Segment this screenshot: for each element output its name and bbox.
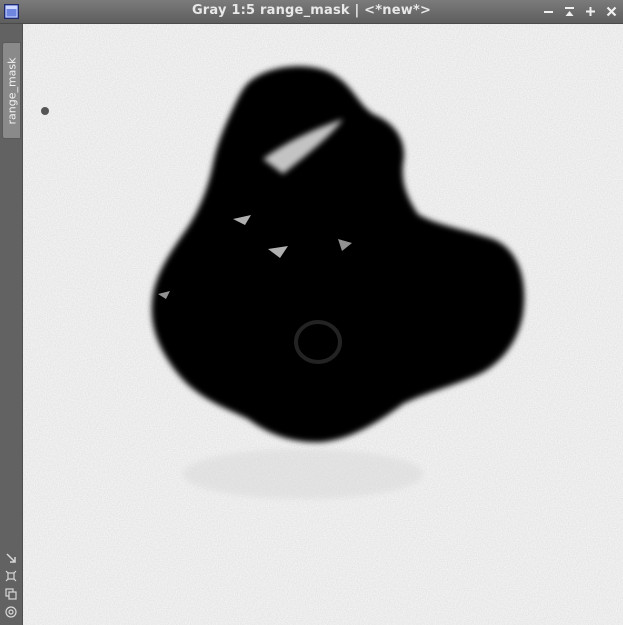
target-icon[interactable] [4, 605, 18, 619]
image-window: Gray 1:5 range_mask | <*new*> range_mask [0, 0, 623, 625]
sidebar-tools [4, 551, 18, 619]
shade-icon[interactable] [541, 4, 556, 19]
zoom-fit-icon[interactable] [4, 551, 18, 565]
pan-icon[interactable] [4, 569, 18, 583]
range-mask-image [23, 24, 623, 625]
view-sidebar: range_mask [0, 24, 23, 625]
title-bar[interactable]: Gray 1:5 range_mask | <*new*> [0, 0, 623, 24]
window-title: Gray 1:5 range_mask | <*new*> [191, 3, 432, 18]
minimize-icon[interactable] [562, 4, 577, 19]
close-icon[interactable] [604, 4, 619, 19]
maximize-icon[interactable] [583, 4, 598, 19]
clone-icon[interactable] [4, 587, 18, 601]
tab-label: range_mask [5, 56, 18, 125]
image-canvas[interactable] [23, 24, 623, 625]
window-controls [541, 4, 619, 19]
tab-range-mask[interactable]: range_mask [2, 42, 21, 139]
